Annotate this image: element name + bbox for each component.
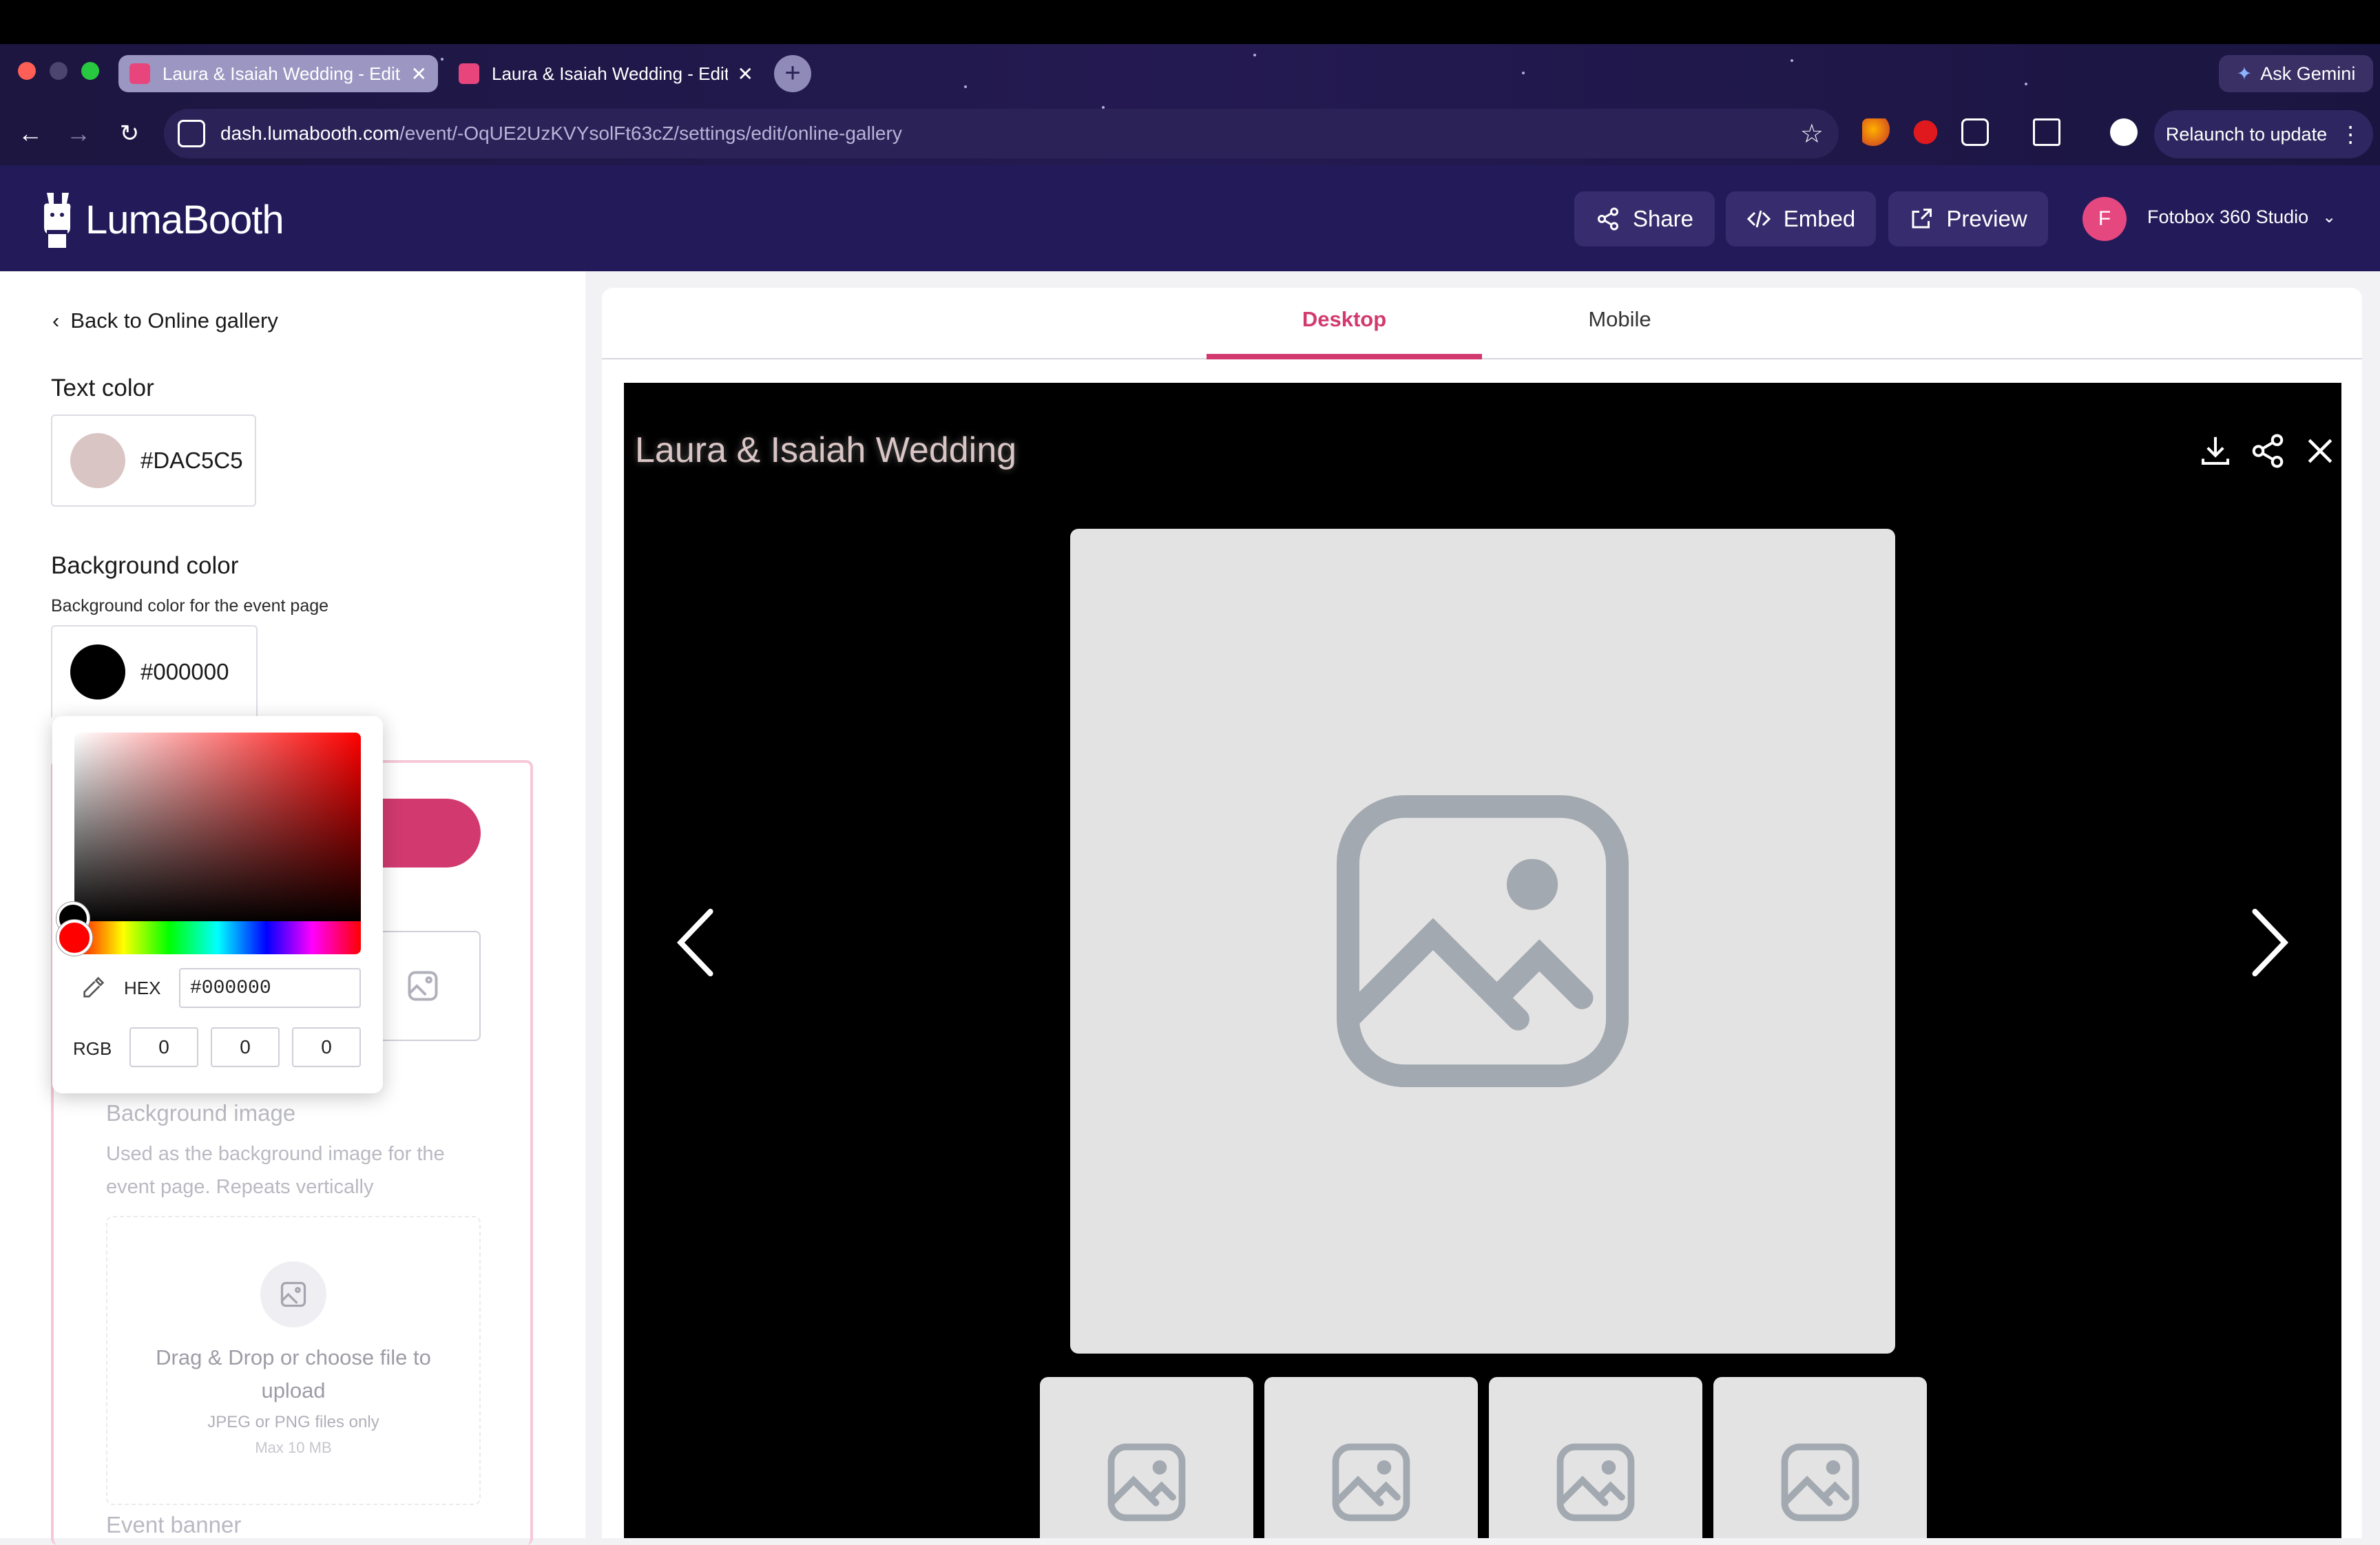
share-icon[interactable]	[2249, 432, 2286, 470]
rgb-label: RGB	[73, 1038, 112, 1059]
next-photo-arrow-icon[interactable]	[2249, 906, 2290, 979]
reload-icon[interactable]: ↻	[114, 118, 145, 149]
relaunch-to-update-button[interactable]: Relaunch to update ⋮	[2154, 110, 2373, 158]
previous-photo-arrow-icon[interactable]	[675, 906, 716, 979]
extensions-puzzle-icon[interactable]	[1961, 118, 1989, 146]
extension-orange-icon[interactable]	[1862, 118, 1890, 146]
back-to-online-gallery-link[interactable]: ‹ Back to Online gallery	[52, 308, 278, 333]
saturation-value-area[interactable]	[74, 733, 361, 924]
hue-slider[interactable]	[74, 921, 361, 954]
blue-input[interactable]	[292, 1027, 361, 1067]
tab-mobile[interactable]: Mobile	[1482, 307, 1757, 332]
forward-arrow-icon[interactable]: →	[63, 118, 94, 149]
text-color-picker[interactable]: #DAC5C5	[51, 414, 256, 507]
background-color-picker[interactable]: #000000	[51, 625, 258, 717]
image-placeholder-icon	[1556, 1443, 1635, 1522]
thumbnail-1[interactable]	[1040, 1377, 1253, 1538]
tab-divider	[602, 358, 2362, 359]
green-input[interactable]	[211, 1027, 280, 1067]
main-photo-placeholder[interactable]	[1070, 529, 1895, 1354]
image-placeholder-icon	[1107, 1443, 1186, 1522]
tab-desktop[interactable]: Desktop	[1207, 307, 1482, 332]
upload-image-icon	[260, 1261, 326, 1327]
image-placeholder-icon	[405, 968, 441, 1004]
image-placeholder-icon	[1332, 1443, 1410, 1522]
close-icon[interactable]	[2301, 432, 2339, 470]
profile-icon[interactable]	[2110, 118, 2138, 146]
red-input[interactable]	[129, 1027, 198, 1067]
window-zoom-button[interactable]	[81, 62, 99, 80]
background-color-label: Background color	[51, 552, 239, 579]
lumabooth-logo[interactable]: LumaBooth	[39, 189, 284, 251]
download-icon[interactable]	[2197, 432, 2234, 470]
preview-button[interactable]: Preview	[1888, 191, 2048, 246]
cast-icon[interactable]	[2033, 118, 2060, 146]
image-placeholder-icon	[1336, 795, 1629, 1088]
thumbnail-2[interactable]	[1264, 1377, 1478, 1538]
background-image-description-line2: event page. Repeats vertically	[106, 1176, 374, 1198]
account-menu[interactable]: Fotobox 360 Studio ⌄	[2147, 207, 2336, 228]
avatar[interactable]: F	[2082, 197, 2127, 241]
dropzone-formats: JPEG or PNG files only	[207, 1413, 379, 1431]
new-tab-button[interactable]: +	[774, 55, 811, 92]
bookmark-star-icon[interactable]: ☆	[1800, 118, 1824, 149]
image-placeholder-icon	[1781, 1443, 1859, 1522]
llama-logo-icon	[44, 193, 71, 248]
code-icon	[1746, 210, 1771, 228]
external-link-icon	[1912, 209, 1932, 229]
site-settings-icon[interactable]	[178, 120, 205, 147]
text-color-label: Text color	[51, 375, 154, 401]
hex-label: HEX	[124, 978, 161, 998]
color-picker-popup: HEX RGB	[52, 716, 383, 1093]
tab-gallery-edit-2[interactable]: Laura & Isaiah Wedding - Edit ✕	[448, 55, 764, 92]
event-title: Laura & Isaiah Wedding	[635, 430, 1017, 470]
ask-gemini-button[interactable]: ✦ Ask Gemini	[2219, 55, 2373, 92]
share-button[interactable]: Share	[1574, 191, 1715, 246]
background-image-description-line1: Used as the background image for the	[106, 1143, 445, 1165]
event-banner-label: Event banner	[106, 1512, 242, 1537]
text-color-swatch	[70, 433, 125, 488]
share-icon	[1597, 207, 1618, 231]
screen-top-strip	[0, 0, 2380, 44]
thumbnail-3[interactable]	[1489, 1377, 1702, 1538]
tab-gallery-edit-1[interactable]: Laura & Isaiah Wedding - Edit ✕	[118, 55, 438, 92]
hue-handle[interactable]	[56, 920, 92, 956]
more-menu-icon[interactable]: ⋮	[2339, 121, 2361, 147]
gemini-sparkle-icon: ✦	[2236, 63, 2253, 84]
background-color-swatch	[70, 644, 125, 700]
background-image-label: Background image	[106, 1100, 296, 1126]
lumabooth-favicon-icon	[459, 63, 479, 84]
chevron-down-icon: ⌄	[2322, 208, 2337, 227]
embed-button[interactable]: Embed	[1726, 191, 1876, 246]
window-close-button[interactable]	[18, 62, 36, 80]
chevron-left-icon: ‹	[52, 308, 60, 333]
dropzone-max-size: Max 10 MB	[255, 1439, 332, 1456]
thumbnail-4[interactable]	[1713, 1377, 1927, 1538]
address-bar[interactable]: dash.lumabooth.com/event/-OqUE2UzKVYsolF…	[164, 109, 1839, 158]
dropzone-title-line1: Drag & Drop or choose file to	[156, 1345, 431, 1369]
background-color-description: Background color for the event page	[51, 596, 329, 616]
window-minimize-button[interactable]	[50, 62, 67, 80]
lumabooth-favicon-icon	[129, 63, 150, 84]
tab-close-icon[interactable]: ✕	[411, 63, 427, 85]
extension-red-icon[interactable]	[1912, 118, 1939, 146]
active-tab-indicator	[1207, 354, 1482, 359]
back-arrow-icon[interactable]: ←	[15, 118, 45, 149]
hex-input[interactable]	[179, 968, 361, 1008]
tab-close-icon[interactable]: ✕	[738, 63, 753, 85]
eyedropper-icon[interactable]	[80, 974, 107, 1001]
dropzone-title-line2: upload	[261, 1378, 326, 1402]
